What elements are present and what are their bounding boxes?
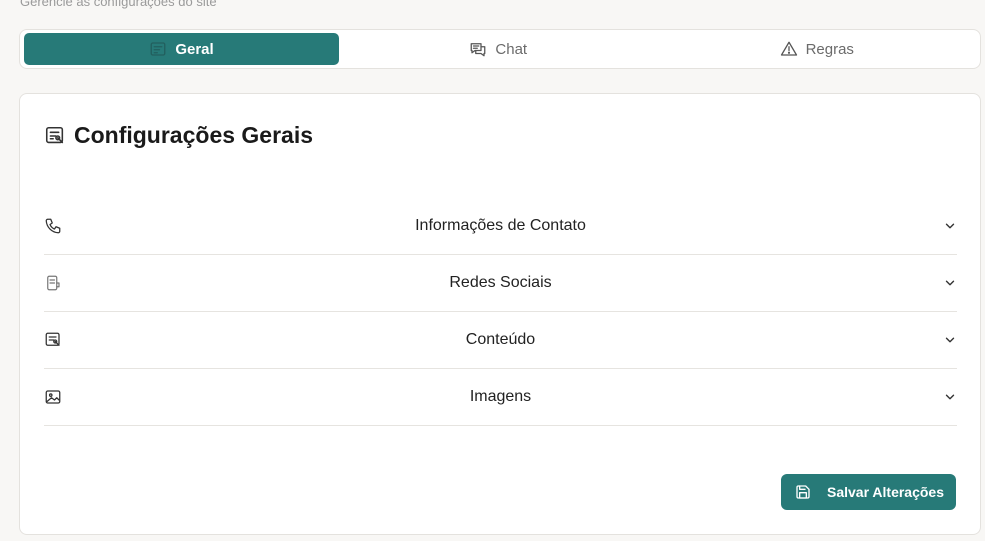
chevron-down-icon xyxy=(945,337,955,343)
tab-chat[interactable]: Chat xyxy=(339,33,658,65)
tab-label: Chat xyxy=(495,40,528,58)
save-button-label: Salvar Alterações xyxy=(827,484,944,500)
accordion-label: Informações de Contato xyxy=(415,217,586,234)
chat-icon xyxy=(471,43,486,57)
accordion-label: Imagens xyxy=(469,388,532,405)
accordion-label: Redes Sociais xyxy=(449,274,552,291)
social-icon xyxy=(47,275,60,291)
content-icon xyxy=(45,332,60,346)
tab-geral[interactable]: Geral xyxy=(24,33,339,65)
chevron-down-icon xyxy=(945,223,955,229)
accordion-item-social[interactable]: Redes Sociais xyxy=(44,255,957,312)
settings-accordion: Informações de Contato Redes Sociais Con… xyxy=(44,198,957,426)
accordion-item-content[interactable]: Conteúdo xyxy=(44,312,957,369)
page-subtitle: Gerencie as configurações do site xyxy=(20,0,217,9)
settings-card: Configurações Gerais Informações de Cont… xyxy=(19,93,981,535)
card-header: Configurações Gerais xyxy=(44,122,313,149)
tab-label: Regras xyxy=(805,40,854,58)
form-icon xyxy=(150,42,166,56)
warning-icon xyxy=(780,41,797,56)
accordion-item-images[interactable]: Imagens xyxy=(44,369,957,426)
accordion-label: Conteúdo xyxy=(465,331,536,348)
page: Gerencie as configurações do site Geral … xyxy=(0,0,985,541)
form-icon xyxy=(45,126,64,143)
phone-icon xyxy=(45,218,61,234)
image-icon xyxy=(45,390,61,404)
save-icon xyxy=(796,485,810,499)
accordion-item-contact[interactable]: Informações de Contato xyxy=(44,198,957,255)
tab-label: Geral xyxy=(175,40,214,58)
save-button[interactable]: Salvar Alterações xyxy=(781,474,956,510)
chevron-down-icon xyxy=(945,394,955,400)
tab-bar: Geral Chat Regras xyxy=(19,29,981,69)
chevron-down-icon xyxy=(945,280,955,286)
card-title: Configurações Gerais xyxy=(74,122,314,148)
tab-regras[interactable]: Regras xyxy=(658,33,977,65)
